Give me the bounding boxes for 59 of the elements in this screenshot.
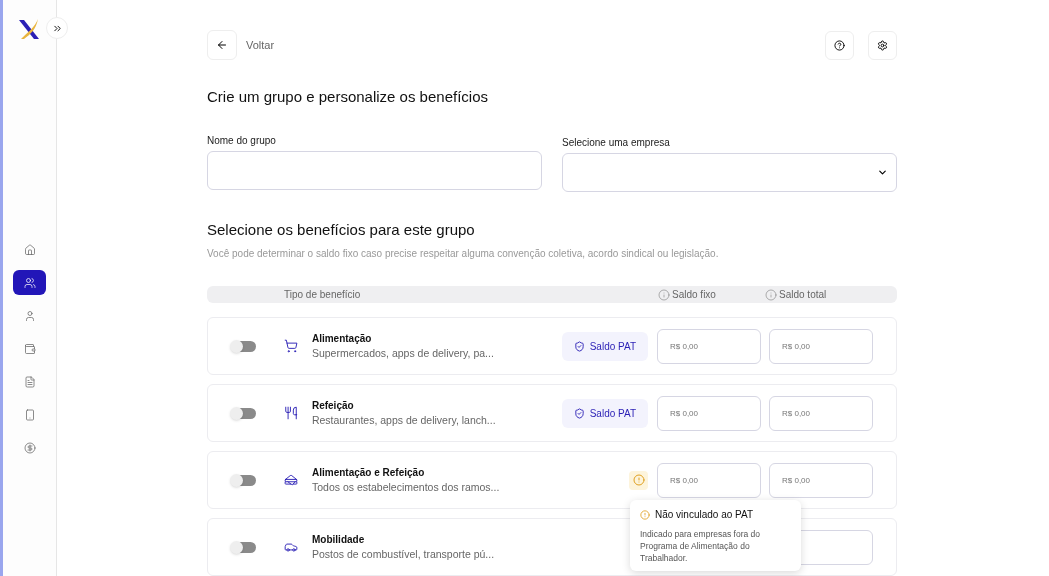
- settings-button[interactable]: [868, 30, 897, 60]
- toggle-switch[interactable]: [231, 407, 256, 419]
- amount-field[interactable]: R$ 0,00: [657, 328, 761, 364]
- tooltip-title: Não vinculado ao PAT: [655, 508, 754, 522]
- benefit-description: Todos os estabelecimentos dos ramos...: [312, 479, 501, 495]
- shield-check-icon: [573, 340, 585, 352]
- help-icon: [834, 39, 845, 51]
- section-description: Você pode determinar o saldo fixo caso precise respeitar alguma convenção coletiva, acordo sindical ou legislação.: [207, 247, 720, 261]
- home-icon: [23, 243, 36, 256]
- benefit-name: Mobilidade: [312, 532, 366, 547]
- toggle-switch[interactable]: [231, 541, 256, 553]
- toggle-switch[interactable]: [231, 474, 256, 486]
- wallet-icon: [23, 342, 36, 355]
- benefit-description: Postos de combustível, transporte pú...: [312, 546, 496, 562]
- expand-button[interactable]: [46, 17, 68, 39]
- logo: [16, 17, 41, 41]
- toggle-switch[interactable]: [231, 340, 256, 352]
- info-icon: [658, 288, 670, 301]
- pat-badge: Saldo PAT: [561, 331, 648, 361]
- warning-icon: [632, 474, 645, 486]
- warning-icon: [640, 509, 650, 520]
- nav-item[interactable]: [13, 270, 46, 295]
- arrow-left-icon: [216, 39, 228, 51]
- section-title: Selecione os benefícios para este grupo: [207, 219, 476, 240]
- dollar-icon: [23, 441, 36, 454]
- amount-field[interactable]: R$ 0,00: [657, 462, 761, 498]
- info-icon: [765, 288, 777, 301]
- utensils-icon: [283, 406, 298, 420]
- field-label: Nome do grupo: [207, 133, 277, 148]
- column-header: Saldo fixo: [672, 288, 716, 302]
- back-label[interactable]: Voltar: [246, 36, 275, 54]
- tooltip-text: Indicado para empresas fora do Programa de Alimentação do Trabalhador.: [640, 528, 762, 564]
- help-button[interactable]: [825, 30, 854, 60]
- column-header: Saldo total: [779, 288, 827, 302]
- user-icon: [23, 309, 36, 322]
- benefit-name: Alimentação e Refeição: [312, 465, 426, 480]
- amount-field[interactable]: R$ 0,00: [769, 328, 873, 364]
- group-name-field[interactable]: [207, 150, 542, 190]
- settings-icon: [877, 39, 888, 51]
- car-icon: [284, 540, 298, 554]
- field-label: Selecione uma empresa: [562, 135, 671, 150]
- page-title: Crie um grupo e personalize os benefícios: [207, 87, 489, 107]
- benefit-name: Refeição: [311, 398, 355, 413]
- amount-field[interactable]: R$ 0,00: [769, 462, 873, 498]
- burger-icon: [284, 473, 298, 487]
- benefit-name: Alimentação: [311, 331, 373, 346]
- phone-icon: [23, 408, 36, 421]
- benefit-description: Restaurantes, apps de delivery, lanch...: [311, 412, 497, 428]
- document-icon: [23, 375, 36, 388]
- benefit-description: Supermercados, apps de delivery, pa...: [311, 345, 495, 361]
- warning-badge[interactable]: [629, 470, 648, 490]
- pat-badge: Saldo PAT: [561, 398, 648, 428]
- amount-field[interactable]: R$ 0,00: [657, 395, 761, 431]
- users-icon: [23, 276, 36, 289]
- column-header: Tipo de benefício: [284, 288, 362, 302]
- amount-field[interactable]: R$ 0,00: [769, 395, 873, 431]
- back-button[interactable]: [207, 30, 237, 60]
- shield-check-icon: [573, 407, 585, 419]
- cart-icon: [283, 339, 298, 353]
